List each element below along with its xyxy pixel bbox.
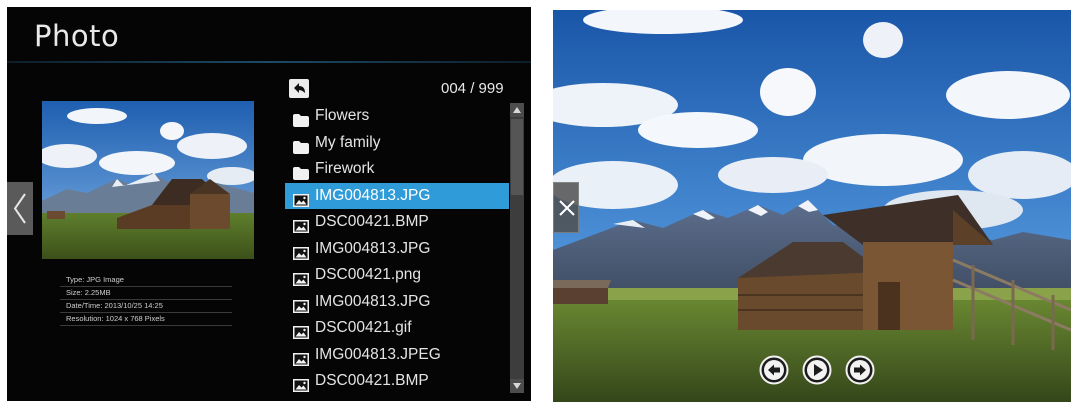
file-item[interactable]: DSC00421.png <box>285 262 509 289</box>
info-type: Type: JPG Image <box>60 274 232 287</box>
title-divider <box>7 61 531 63</box>
folder-item[interactable]: Firework <box>285 156 509 183</box>
file-item-label: DSC00421.gif <box>315 319 412 336</box>
file-item-label: DSC00421.BMP <box>315 213 429 230</box>
photo-info: Type: JPG Image Size: 2.25MB Date/Time: … <box>60 274 232 326</box>
chevron-left-icon <box>13 193 26 224</box>
close-viewer-button[interactable] <box>553 182 579 233</box>
image-file-icon <box>293 243 309 260</box>
folder-icon <box>293 163 309 180</box>
file-item-label: Flowers <box>315 107 370 124</box>
info-datetime: Date/Time: 2013/10/25 14:25 <box>60 300 232 313</box>
photo-thumbnail <box>42 101 254 259</box>
file-item-label: IMG004813.JPG <box>315 239 431 257</box>
file-item-label: Firework <box>315 160 375 177</box>
file-item[interactable]: IMG004813.JPG <box>285 236 509 263</box>
arrow-right-circle-icon <box>845 355 875 385</box>
photo-viewer-panel <box>553 10 1071 402</box>
parent-folder-button[interactable] <box>289 79 309 98</box>
folder-icon <box>293 137 309 154</box>
file-item[interactable]: IMG004813.JPG <box>285 182 509 209</box>
photo-browser-panel: Photo Type: JPG Image Size: 2.25MB Date/… <box>7 7 531 401</box>
triangle-down-icon <box>513 383 521 389</box>
image-file-icon <box>293 269 309 286</box>
image-file-icon <box>293 190 309 207</box>
scroll-thumb[interactable] <box>511 119 523 195</box>
return-arrow-icon <box>294 83 305 93</box>
close-icon <box>559 200 575 216</box>
image-file-icon <box>293 375 309 392</box>
page-counter: 004 / 999 <box>441 80 504 97</box>
info-resolution: Resolution: 1024 x 768 Pixels <box>60 313 232 326</box>
photo-fullview <box>553 10 1071 402</box>
file-item-label: My family <box>315 133 381 151</box>
file-item[interactable]: DSC00421.gif <box>285 315 509 342</box>
next-photo-button[interactable] <box>845 355 875 385</box>
arrow-left-circle-icon <box>759 355 789 385</box>
info-size: Size: 2.25MB <box>60 287 232 300</box>
file-item[interactable]: DSC00421.BMP <box>285 368 509 395</box>
play-circle-icon <box>802 355 832 385</box>
file-item-label: IMG004813.JPG <box>315 186 431 204</box>
scroll-down-button[interactable] <box>510 379 524 393</box>
image-file-icon <box>293 216 309 233</box>
triangle-up-icon <box>513 107 521 113</box>
previous-photo-button[interactable] <box>759 355 789 385</box>
file-item-label: DSC00421.BMP <box>315 372 429 389</box>
scroll-up-button[interactable] <box>510 103 524 117</box>
play-slideshow-button[interactable] <box>802 355 832 385</box>
file-item-label: DSC00421.png <box>315 266 421 283</box>
image-file-icon <box>293 349 309 366</box>
file-item-label: IMG004813.JPG <box>315 292 431 310</box>
file-item[interactable]: DSC00421.BMP <box>285 209 509 236</box>
file-list: Flowers My family Firework IMG004813.JPG DSC… <box>285 103 509 395</box>
file-item-label: IMG004813.JPEG <box>315 345 441 363</box>
folder-item[interactable]: Flowers <box>285 103 509 130</box>
folder-icon <box>293 110 309 127</box>
image-file-icon <box>293 296 309 313</box>
file-item[interactable]: IMG004813.JPEG <box>285 342 509 369</box>
file-item[interactable]: IMG004813.JPG <box>285 289 509 316</box>
page-title: Photo <box>34 19 120 53</box>
back-button[interactable] <box>7 182 33 235</box>
image-file-icon <box>293 322 309 339</box>
scrollbar[interactable] <box>510 103 524 393</box>
folder-item[interactable]: My family <box>285 130 509 157</box>
